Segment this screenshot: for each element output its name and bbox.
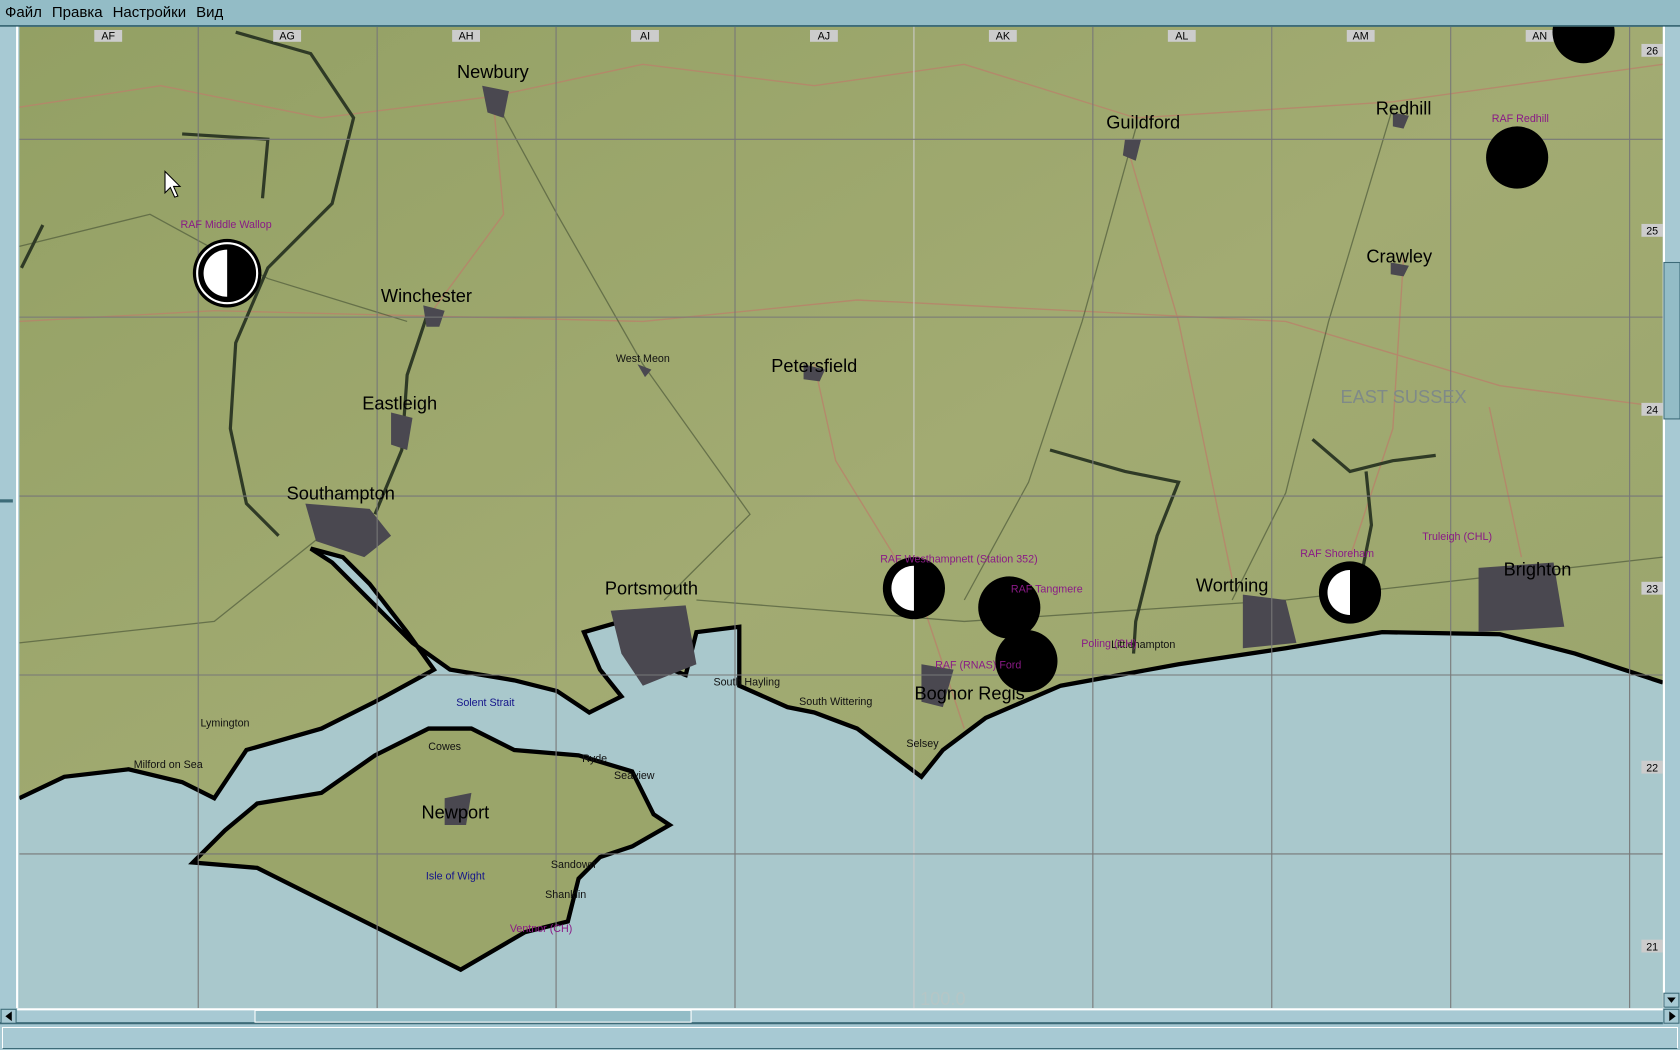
row-label: 21 bbox=[1646, 941, 1658, 953]
column-label: AM bbox=[1353, 31, 1369, 43]
airfield-label: RAF (RNAS) Ford bbox=[935, 660, 1021, 672]
city-label: Winchester bbox=[381, 286, 472, 306]
city-label: Newport bbox=[421, 803, 489, 823]
airfield-marker-shoreham[interactable] bbox=[1318, 561, 1382, 624]
airfield-label: RAF Westhampnett (Station 352) bbox=[880, 554, 1037, 566]
water-label: Solent Strait bbox=[456, 697, 514, 709]
airfield-marker-middle-wallop[interactable] bbox=[192, 238, 262, 308]
column-label: AK bbox=[996, 31, 1011, 43]
city-label: Redhill bbox=[1376, 99, 1432, 119]
region-label: EAST SUSSEX bbox=[1341, 387, 1467, 407]
scroll-down-button[interactable] bbox=[1663, 992, 1680, 1008]
airfield-label: RAF Middle Wallop bbox=[180, 219, 271, 231]
airfield-marker-westhampnett[interactable] bbox=[882, 557, 945, 620]
scale-readout: 100.0 bbox=[920, 989, 966, 1009]
city-label: Southampton bbox=[287, 483, 395, 503]
city-label: Guildford bbox=[1106, 113, 1180, 133]
city-label: Portsmouth bbox=[605, 579, 698, 599]
town-label: Shanklin bbox=[545, 889, 586, 901]
map-view[interactable]: AF AG AH AI AJ AK AL AM AN 26 25 24 23 2… bbox=[0, 0, 1680, 1050]
horizontal-scrollbar[interactable] bbox=[0, 1008, 1680, 1026]
airfield-marker[interactable] bbox=[1552, 1, 1615, 64]
row-label: 24 bbox=[1646, 405, 1658, 417]
city-label: Newbury bbox=[457, 62, 530, 82]
airfield-label: RAF Shoreham bbox=[1300, 548, 1374, 560]
city-label: Crawley bbox=[1366, 247, 1433, 267]
town-label: South Hayling bbox=[713, 677, 780, 689]
town-label: Lymington bbox=[201, 717, 250, 729]
horizontal-scroll-thumb[interactable] bbox=[254, 1009, 692, 1023]
scroll-right-button[interactable] bbox=[1663, 1008, 1680, 1024]
scroll-left-button[interactable] bbox=[0, 1008, 17, 1024]
town-label: South Wittering bbox=[799, 696, 872, 708]
row-label: 26 bbox=[1646, 46, 1658, 58]
town-label: Sandown bbox=[551, 859, 596, 871]
town-label: Milford on Sea bbox=[134, 759, 203, 771]
column-label: AN bbox=[1532, 31, 1547, 43]
vertical-scrollbar[interactable] bbox=[1662, 26, 1680, 1009]
airfield-label: Truleigh (CHL) bbox=[1422, 531, 1492, 543]
status-bar bbox=[2, 1027, 1678, 1049]
airfield-label: Poling (CH) bbox=[1081, 638, 1136, 650]
row-label: 25 bbox=[1646, 226, 1658, 238]
airfield-label: RAF Redhill bbox=[1492, 113, 1549, 125]
row-label: 22 bbox=[1646, 762, 1658, 774]
column-label: AI bbox=[640, 31, 650, 43]
town-label: Cowes bbox=[428, 741, 461, 753]
column-label: AL bbox=[1175, 31, 1188, 43]
town-label: Selsey bbox=[906, 738, 939, 750]
town-label: Seaview bbox=[614, 770, 655, 782]
splitter-handle[interactable] bbox=[0, 499, 13, 503]
column-label: AG bbox=[279, 31, 294, 43]
vertical-scroll-thumb[interactable] bbox=[1663, 261, 1680, 420]
row-label: 23 bbox=[1646, 584, 1658, 596]
column-label: AH bbox=[459, 31, 474, 43]
city-label: Petersfield bbox=[771, 356, 857, 376]
town-label: West Meon bbox=[616, 353, 670, 365]
column-label: AJ bbox=[818, 31, 831, 43]
city-label: Eastleigh bbox=[362, 393, 437, 413]
airfield-marker-redhill[interactable] bbox=[1486, 126, 1549, 189]
city-label: Brighton bbox=[1504, 559, 1572, 579]
airfield-label: Ventnor (CH) bbox=[510, 923, 572, 935]
airfield-label: RAF Tangmere bbox=[1011, 584, 1083, 596]
column-label: AF bbox=[101, 31, 115, 43]
city-label: Bognor Regis bbox=[914, 684, 1024, 704]
town-label: Ryde bbox=[582, 753, 607, 765]
city-label: Worthing bbox=[1196, 575, 1269, 595]
water-label: Isle of Wight bbox=[426, 871, 485, 883]
